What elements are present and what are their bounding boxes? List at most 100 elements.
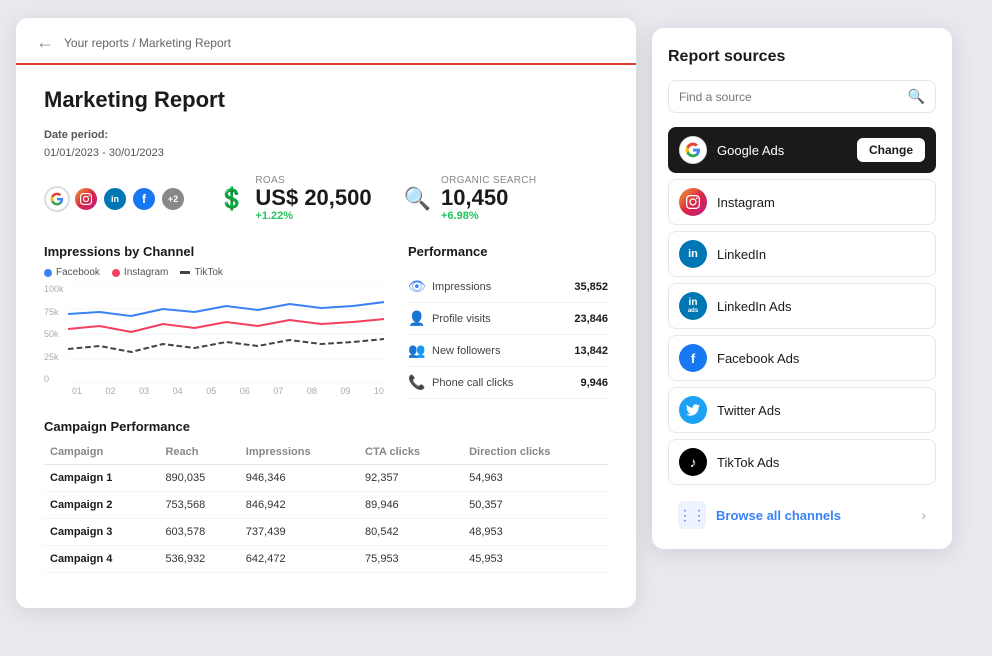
source-name: TikTok Ads (717, 455, 925, 470)
table-header: Reach (159, 442, 239, 465)
performance-title: Performance (408, 244, 608, 259)
perf-value: 23,846 (574, 313, 608, 325)
perf-icon: 👁 (408, 278, 424, 295)
source-item-linkedin-ads[interactable]: in ads LinkedIn Ads (668, 283, 936, 329)
page-title: Marketing Report (44, 87, 608, 113)
source-item-linkedin[interactable]: in LinkedIn (668, 231, 936, 277)
table-row: Campaign 4536,932642,47275,95345,953 (44, 546, 608, 573)
sources-panel: Report sources 🔍 Google Ads Change Insta… (652, 28, 952, 549)
change-button[interactable]: Change (857, 138, 925, 162)
organic-value: 10,450 (441, 186, 536, 210)
date-period-value: 01/01/2023 - 30/01/2023 (44, 147, 164, 159)
source-item-google-ads[interactable]: Google Ads Change (668, 127, 936, 173)
search-box[interactable]: 🔍 (668, 80, 936, 113)
back-button[interactable]: ← (36, 32, 54, 53)
organic-delta: +6.98% (441, 210, 536, 222)
facebook-icon: f (131, 186, 157, 212)
table-cell: Campaign 2 (44, 492, 159, 519)
table-cell: 48,953 (463, 519, 608, 546)
perf-label: Profile visits (432, 313, 491, 325)
table-cell: 536,932 (159, 546, 239, 573)
linkedin-icon: in (102, 186, 128, 212)
breadcrumb: Your reports / Marketing Report (64, 36, 231, 50)
perf-value: 35,852 (574, 281, 608, 293)
source-item-tiktok-ads[interactable]: ♪ TikTok Ads (668, 439, 936, 485)
table-cell: 737,439 (240, 519, 359, 546)
table-cell: Campaign 1 (44, 465, 159, 492)
source-icon: f (679, 344, 707, 372)
channel-icons: in f +2 (44, 186, 186, 212)
source-item-instagram[interactable]: Instagram (668, 179, 936, 225)
source-name: Google Ads (717, 143, 847, 158)
browse-all-channels[interactable]: ⋮⋮ Browse all channels › (668, 491, 936, 533)
table-header: Impressions (240, 442, 359, 465)
google-ads-icon (44, 186, 70, 212)
table-cell: 890,035 (159, 465, 239, 492)
report-card: ← Your reports / Marketing Report Market… (16, 18, 636, 608)
roas-value: US$ 20,500 (255, 186, 371, 210)
browse-icon: ⋮⋮ (678, 501, 706, 529)
campaign-table-title: Campaign Performance (44, 419, 608, 434)
source-icon: ♪ (679, 448, 707, 476)
source-name: LinkedIn (717, 247, 925, 262)
perf-label: Phone call clicks (432, 377, 513, 389)
table-cell: Campaign 3 (44, 519, 159, 546)
campaign-section: Campaign Performance CampaignReachImpres… (44, 419, 608, 573)
search-input[interactable] (679, 90, 900, 104)
perf-icon: 👥 (408, 342, 424, 359)
source-list: Google Ads Change Instagram in LinkedIn … (668, 127, 936, 485)
roas-metric: 💲 ROAS US$ 20,500 +1.22% (218, 175, 372, 222)
source-item-twitter-ads[interactable]: Twitter Ads (668, 387, 936, 433)
table-row: Campaign 3603,578737,43980,54248,953 (44, 519, 608, 546)
table-cell: 946,346 (240, 465, 359, 492)
performance-row: 📞 Phone call clicks 9,946 (408, 367, 608, 399)
perf-icon: 👤 (408, 310, 424, 327)
instagram-icon (73, 186, 99, 212)
chart-title: Impressions by Channel (44, 244, 384, 259)
table-cell: 75,953 (359, 546, 463, 573)
table-cell: 50,357 (463, 492, 608, 519)
source-name: Instagram (717, 195, 925, 210)
source-icon (679, 396, 707, 424)
source-item-facebook-ads[interactable]: f Facebook Ads (668, 335, 936, 381)
chart-legend: Facebook Instagram TikTok (44, 267, 384, 278)
source-icon: in (679, 240, 707, 268)
extra-channels-icon: +2 (160, 186, 186, 212)
table-header: Campaign (44, 442, 159, 465)
table-cell: 753,568 (159, 492, 239, 519)
performance-section: Performance 👁 Impressions 35,852 👤 Profi… (408, 244, 608, 399)
table-cell: 603,578 (159, 519, 239, 546)
table-row: Campaign 2753,568846,94289,94650,357 (44, 492, 608, 519)
source-icon: in ads (679, 292, 707, 320)
table-cell: 45,953 (463, 546, 608, 573)
table-cell: 89,946 (359, 492, 463, 519)
source-name: Twitter Ads (717, 403, 925, 418)
organic-metric: 🔍 Organic search 10,450 +6.98% (404, 175, 537, 222)
perf-label: Impressions (432, 281, 491, 293)
browse-label: Browse all channels (716, 508, 911, 523)
table-cell: 846,942 (240, 492, 359, 519)
table-cell: 642,472 (240, 546, 359, 573)
perf-icon: 📞 (408, 374, 424, 391)
panel-title: Report sources (668, 48, 936, 66)
table-header: Direction clicks (463, 442, 608, 465)
browse-chevron-icon: › (921, 507, 926, 523)
date-period-label: Date period: (44, 129, 108, 141)
source-name: LinkedIn Ads (717, 299, 925, 314)
table-cell: 92,357 (359, 465, 463, 492)
table-cell: 80,542 (359, 519, 463, 546)
report-topbar: ← Your reports / Marketing Report (16, 18, 636, 65)
impressions-chart: Impressions by Channel Facebook Instagra… (44, 244, 384, 399)
perf-value: 9,946 (580, 377, 608, 389)
table-cell: Campaign 4 (44, 546, 159, 573)
table-cell: 54,963 (463, 465, 608, 492)
source-name: Facebook Ads (717, 351, 925, 366)
table-row: Campaign 1890,035946,34692,35754,963 (44, 465, 608, 492)
search-icon: 🔍 (908, 88, 925, 105)
perf-label: New followers (432, 345, 500, 357)
performance-row: 👥 New followers 13,842 (408, 335, 608, 367)
roas-delta: +1.22% (255, 210, 371, 222)
performance-row: 👤 Profile visits 23,846 (408, 303, 608, 335)
source-icon (679, 136, 707, 164)
performance-row: 👁 Impressions 35,852 (408, 271, 608, 303)
